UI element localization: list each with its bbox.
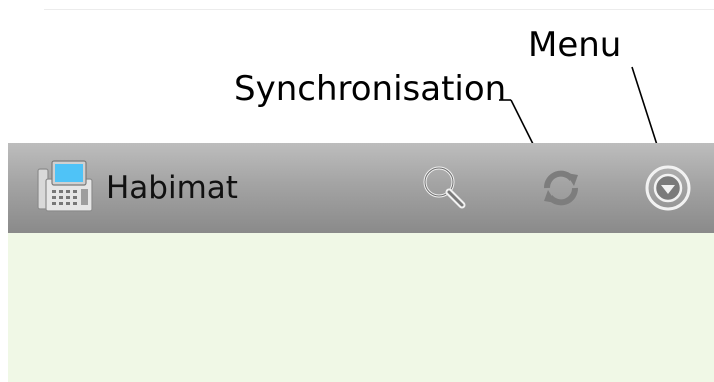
content-area [8,233,714,382]
phone-terminal-icon[interactable] [36,159,94,215]
app-bar: Habimat [8,143,714,233]
sync-icon [544,170,578,206]
sync-button[interactable] [533,160,589,216]
sync-annotation: Synchronisation [234,69,507,109]
menu-annotation: Menu [528,25,622,65]
search-icon [423,166,466,209]
app-title: Habimat [106,170,238,206]
screenshot-canvas: Menu Synchronisation Habimat [0,0,714,382]
menu-button[interactable] [640,160,696,216]
top-divider [44,9,714,10]
search-button[interactable] [416,160,472,216]
chevron-down-circle-icon [645,165,691,211]
